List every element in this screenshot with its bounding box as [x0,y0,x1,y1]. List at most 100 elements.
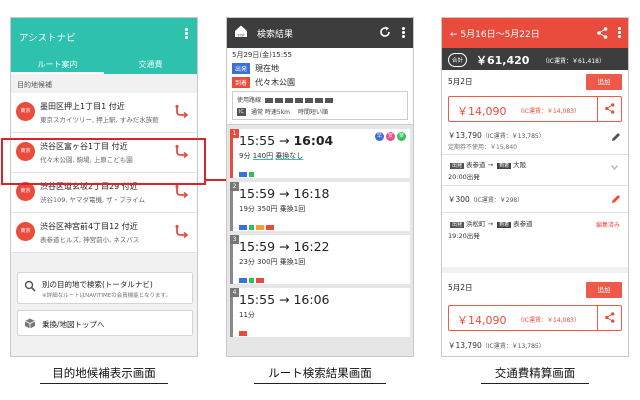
route-result[interactable]: 4 15:55 → 16:06 11分 [230,288,410,337]
line-amount: ￥13,790 [448,341,482,350]
route-search-icon[interactable] [174,224,190,240]
route-result[interactable]: 1 早 安 楽 15:55 → 16:04 9分 140円 乗換なし [230,129,410,178]
day-ic-fare: （IC運賃：￥14,083） [517,317,580,324]
route-number: 2 [230,182,239,191]
route-arrival: 16:04 [293,133,334,148]
day-fare-box: ￥14,090 （IC運賃：￥14,083） [448,96,622,122]
caption-expense-screen: 交通費精算画面 [494,366,576,380]
transit-mode-icons [239,270,266,283]
route-result[interactable]: 2 15:59 → 16:18 19分 350円 乗換1回 [230,182,410,231]
route-fare: 350円 [257,205,278,213]
tab-transport-expense[interactable]: 交通費 [104,56,197,74]
location-pin-icon: 東京 [16,102,35,121]
route-transfers: 乗換1回 [279,205,306,213]
search-conditions: 5月29日(金)15:55 出発 現在地 到着 代々木公園 使用路線 IC 通常… [227,48,413,125]
caption-route-results-screen: ルート検索結果画面 [268,366,372,380]
departure-point: 現在地 [255,64,280,73]
line-ic-fare: （IC運賃：￥298） [469,197,524,204]
location-pin-icon: 東京 [16,222,35,241]
list-item[interactable]: 東京 渋谷区神宮前4丁目12 付近 表参道ヒルズ, 神宮前小, ネスパス [11,213,197,253]
candidate-name: 渋谷区神宮前4丁目12 付近 [40,222,138,231]
arrival-tag: 到着 [232,77,251,88]
line-ic-fare: （IC運賃：￥13,785） [481,133,545,140]
route-duration: 19分 [239,205,255,213]
commuter-pass-note: 定期券不使用：￥15,840 [448,144,517,151]
day-fare: ￥14,090 [457,105,507,118]
search-datetime: 5月29日(金)15:55 [232,51,292,59]
route-options[interactable]: 使用路線 IC 通常 時速5km 時間短い順 [232,91,408,120]
route-fare: 140円 [252,152,274,160]
departure-tag: 出発 [450,222,465,228]
route-fare: 300円 [257,258,278,266]
expense-line[interactable]: ￥13,790（IC運賃：￥13,785） [448,340,622,351]
line-amount: ￥300 [448,195,470,204]
search-icon [24,280,36,292]
route-search-icon[interactable] [174,184,190,200]
lines-label: 使用路線 [237,97,262,104]
top-button-label: 乗換/地図トップへ [42,320,105,329]
caption-underline [254,383,386,384]
route-number: 4 [230,288,239,297]
fare-share-button[interactable] [597,306,621,330]
transfer-map-top-button[interactable]: 乗換/地図トップへ [17,310,193,336]
refresh-icon[interactable] [379,26,391,38]
route-to: 表参道 [513,220,533,228]
departure-tag: 出発 [232,63,251,74]
route-duration: 23分 [239,258,255,266]
share-icon[interactable] [597,27,608,39]
route-departure: 15:55 [239,133,276,148]
destination-candidates-screen: アシストナビ ルート案内 交通費 目的地候補 東京 墨田区押上1丁目1 付近 東… [10,17,198,357]
route-departure: 15:59 [239,239,276,254]
edited-label: 編集済み [595,222,620,229]
add-button[interactable]: 追加 [586,74,622,90]
route-from: 表参道 [466,161,486,169]
caption-destination-screen: 目的地候補表示画面 [52,366,156,380]
fastest-badge: 早 [375,132,384,141]
route-search-icon[interactable] [174,104,190,120]
edit-icon[interactable] [611,132,621,142]
list-item[interactable]: 東京 墨田区押上1丁目1 付近 東京スカイツリー, 押上駅, すみだ水族館 [11,93,197,133]
expense-header: ← 5月16日～5月22日 [442,18,628,48]
candidate-address: 渋谷109, ヤマダ電機, ザ・プライム [40,196,146,204]
ic-chip: IC [237,107,246,116]
overflow-menu-icon[interactable] [618,27,622,39]
line-amount: ￥13,790 [448,131,482,140]
fare-share-button[interactable] [597,97,621,121]
tab-route-guide[interactable]: ルート案内 [11,56,104,74]
selected-item-highlight [1,138,206,185]
arrival-tag: 到着 [497,163,512,169]
day-fare: ￥14,090 [457,314,507,327]
add-button[interactable]: 追加 [586,282,622,298]
arrival-point: 代々木公園 [255,78,296,87]
tab-bar: ルート案内 交通費 [11,56,197,74]
results-header: TOP 検索結果 [227,18,413,48]
expense-line[interactable]: ￥300（IC運賃：￥298） [448,194,622,205]
day-date: 5月2日 [448,77,473,86]
share-icon [605,103,615,114]
search-button-label: 別の目的地で検索(トータルナビ) [42,280,153,289]
period-title[interactable]: ← 5月16日～5月22日 [450,27,540,40]
candidate-name: 墨田区押上1丁目1 付近 [40,102,125,111]
candidate-address: 表参道ヒルズ, 神宮前小, ネスパス [40,236,140,244]
route-departure: 15:59 [239,186,276,201]
total-navi-search-button[interactable]: 別の目的地で検索(トータルナビ) ※詳細なルートはNAVITIMEの会員機能とな… [17,272,193,304]
day-fare-box: ￥14,090 （IC運賃：￥14,083） [448,305,622,331]
day-block: 5月2日 追加 ￥14,090 （IC運賃：￥14,083） ￥13,790（I… [442,70,628,267]
overflow-menu-icon[interactable] [185,28,189,40]
chevron-down-icon[interactable] [611,165,618,170]
expense-settlement-screen: ← 5月16日～5月22日 合計 ￥61,420 （IC運賃：￥61,418） … [441,17,629,357]
route-number: 3 [230,235,239,244]
overflow-menu-icon[interactable] [402,27,406,39]
route-to: 大阪 [513,161,527,169]
edit-icon[interactable] [611,194,621,204]
expense-line[interactable]: ￥13,790（IC運賃：￥13,785） [448,130,622,141]
route-duration: 11分 [239,311,255,319]
share-icon [605,312,615,323]
app-header: アシストナビ ルート案内 交通費 [11,18,197,74]
caption-underline [481,383,589,384]
route-result[interactable]: 3 15:59 → 16:22 23分 300円 乗換1回 [230,235,410,284]
day-block: 5月2日 追加 ￥14,090 （IC運賃：￥14,083） ￥13,790（I… [442,273,628,356]
box-icon [24,318,36,329]
home-icon[interactable]: TOP [234,24,248,40]
route-summary[interactable]: 出発 表参道 → 到着 大阪 [448,159,622,169]
